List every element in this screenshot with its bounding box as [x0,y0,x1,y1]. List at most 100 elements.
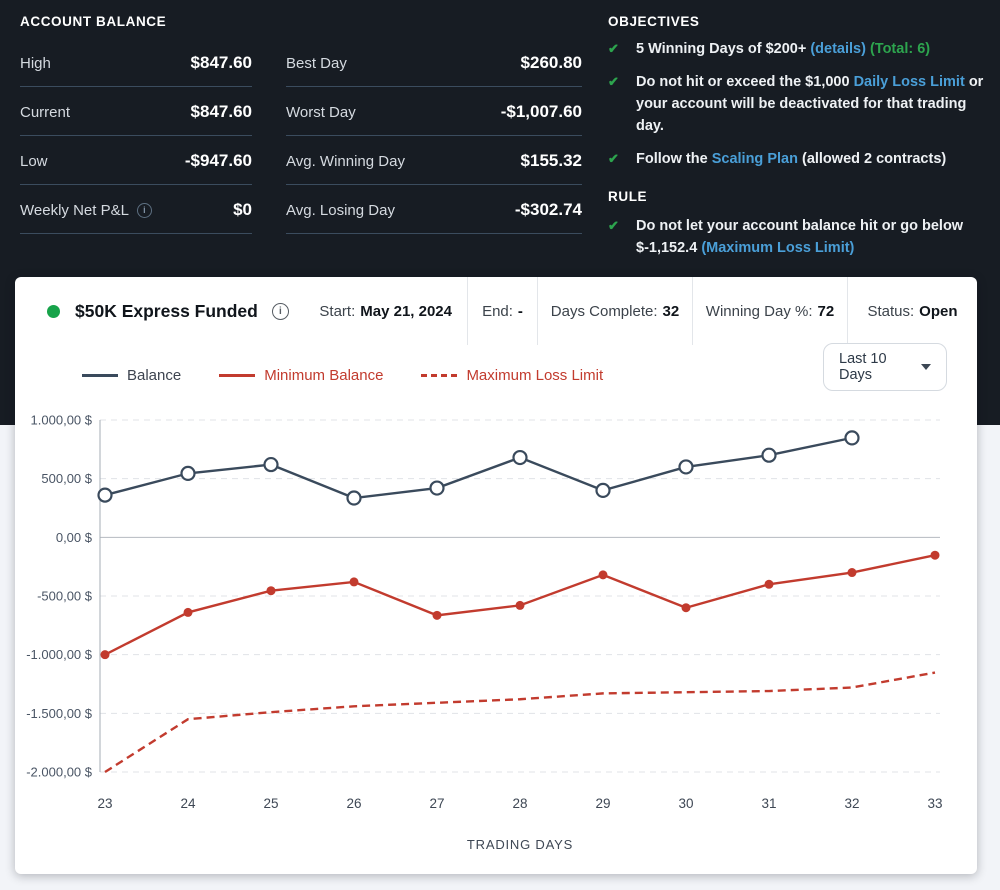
stat-row-low: Low -$947.60 [20,136,252,185]
svg-text:31: 31 [761,796,776,811]
account-balance-left-column: High $847.60 Current $847.60 Low -$947.6… [20,38,252,234]
rule-title: RULE [608,189,992,204]
stat-value: -$1,007.60 [501,102,582,122]
objective-text-part: Follow the [636,151,708,167]
objective-text: 5 Winning Days of $200+ (details) (Total… [636,38,930,60]
objective-daily-loss-limit: ✔ Do not hit or exceed the $1,000 Daily … [608,71,992,137]
header-stat-value: Open [919,303,957,320]
svg-text:TRADING DAYS: TRADING DAYS [467,837,573,852]
date-range-value: Last 10 Days [839,351,921,383]
account-title: $50K Express Funded [75,301,258,322]
check-icon: ✔ [608,71,623,137]
card-header: $50K Express Funded Start: May 21, 2024 … [15,277,977,345]
trading-dashboard: ACCOUNT BALANCE High $847.60 Current $84… [0,0,1000,890]
svg-text:-500,00 $: -500,00 $ [37,589,93,604]
header-stat-value: 32 [663,303,680,320]
check-icon: ✔ [608,148,623,170]
stat-row-high: High $847.60 [20,38,252,87]
account-title-section: $50K Express Funded Start: May 21, 2024 [15,277,467,345]
header-stat-label: End: [482,303,513,320]
info-icon[interactable] [272,303,289,320]
objective-scaling-plan: ✔ Follow the Scaling Plan (allowed 2 con… [608,148,992,170]
legend-item-balance[interactable]: Balance [82,367,181,384]
rule-max-loss: ✔ Do not let your account balance hit or… [608,215,992,259]
header-stat-label: Days Complete: [551,303,658,320]
svg-text:29: 29 [595,796,610,811]
header-stat-end: End: - [467,277,537,345]
daily-loss-limit-link[interactable]: Daily Loss Limit [854,74,965,90]
chevron-down-icon [921,364,931,370]
svg-text:500,00 $: 500,00 $ [41,471,92,486]
stat-row-best-day: Best Day $260.80 [286,38,582,87]
stat-label: High [20,55,51,72]
balance-line-chart: 1.000,00 $ 500,00 $ 0,00 $ -500,00 $ -1.000,… [15,405,977,867]
legend-line-swatch [82,374,118,377]
svg-text:1.000,00 $: 1.000,00 $ [31,413,93,428]
svg-text:-2.000,00 $: -2.000,00 $ [26,765,93,780]
header-stat-days-complete: Days Complete: 32 [537,277,692,345]
objective-text-part: 5 Winning Days of $200+ [636,41,806,57]
svg-text:30: 30 [678,796,693,811]
scaling-plan-link[interactable]: Scaling Plan [712,151,798,167]
svg-text:27: 27 [429,796,444,811]
stat-value: $847.60 [191,53,252,73]
info-icon[interactable] [137,203,152,218]
stat-label: Best Day [286,55,347,72]
maximum-loss-limit-link[interactable]: (Maximum Loss Limit) [701,240,854,256]
details-link[interactable]: (details) [810,41,866,57]
header-stat-winning-day-pct: Winning Day %: 72 [692,277,847,345]
check-icon: ✔ [608,215,623,259]
account-balance-columns: High $847.60 Current $847.60 Low -$947.6… [20,38,582,234]
stat-label: Avg. Winning Day [286,153,405,170]
header-stat-label: Status: [867,303,914,320]
objective-winning-days: ✔ 5 Winning Days of $200+ (details) (Tot… [608,38,992,60]
stat-label: Weekly Net P&L [20,202,152,219]
svg-text:26: 26 [346,796,361,811]
account-balance-title: ACCOUNT BALANCE [20,14,582,29]
stat-row-weekly-net-pnl: Weekly Net P&L $0 [20,185,252,234]
check-icon: ✔ [608,38,623,60]
header-stat-status: Status: Open [847,277,977,345]
svg-text:0,00 $: 0,00 $ [56,530,93,545]
objectives-panel: OBJECTIVES ✔ 5 Winning Days of $200+ (de… [608,14,992,270]
status-dot-icon [47,305,60,318]
header-stat-label: Start: [319,303,355,320]
legend-label: Balance [127,367,181,384]
stat-label-text: Weekly Net P&L [20,202,129,219]
stat-row-avg-winning-day: Avg. Winning Day $155.32 [286,136,582,185]
legend-item-minimum-balance[interactable]: Minimum Balance [219,367,383,384]
account-balance-right-column: Best Day $260.80 Worst Day -$1,007.60 Av… [286,38,582,234]
account-chart-card: $50K Express Funded Start: May 21, 2024 … [15,277,977,874]
legend-label: Maximum Loss Limit [466,367,603,384]
header-stat-value: 72 [818,303,835,320]
stat-row-current: Current $847.60 [20,87,252,136]
stat-label: Current [20,104,70,121]
stat-row-worst-day: Worst Day -$1,007.60 [286,87,582,136]
stat-value: -$302.74 [515,200,582,220]
svg-text:23: 23 [97,796,112,811]
date-range-dropdown[interactable]: Last 10 Days [823,343,947,391]
svg-text:32: 32 [844,796,859,811]
legend-dashed-swatch [421,374,457,377]
objective-text-part: (allowed 2 contracts) [802,151,946,167]
header-stat-value: May 21, 2024 [360,303,452,320]
stat-value: $260.80 [521,53,582,73]
objective-text: Follow the Scaling Plan (allowed 2 contr… [636,148,946,170]
svg-text:-1.000,00 $: -1.000,00 $ [26,647,93,662]
stat-value: $0 [233,200,252,220]
legend-label: Minimum Balance [264,367,383,384]
svg-text:33: 33 [927,796,942,811]
header-stat-value: - [518,303,523,320]
stat-value: $155.32 [521,151,582,171]
svg-text:24: 24 [180,796,196,811]
stat-value: $847.60 [191,102,252,122]
objective-total: (Total: 6) [870,41,930,57]
objective-text-part: Do not hit or exceed the $1,000 [636,74,850,90]
header-stat-start: Start: May 21, 2024 [319,303,467,320]
svg-text:28: 28 [512,796,527,811]
stat-row-avg-losing-day: Avg. Losing Day -$302.74 [286,185,582,234]
objectives-title: OBJECTIVES [608,14,992,29]
rule-text: Do not let your account balance hit or g… [636,215,992,259]
legend-item-maximum-loss-limit[interactable]: Maximum Loss Limit [421,367,603,384]
svg-text:-1.500,00 $: -1.500,00 $ [26,706,93,721]
